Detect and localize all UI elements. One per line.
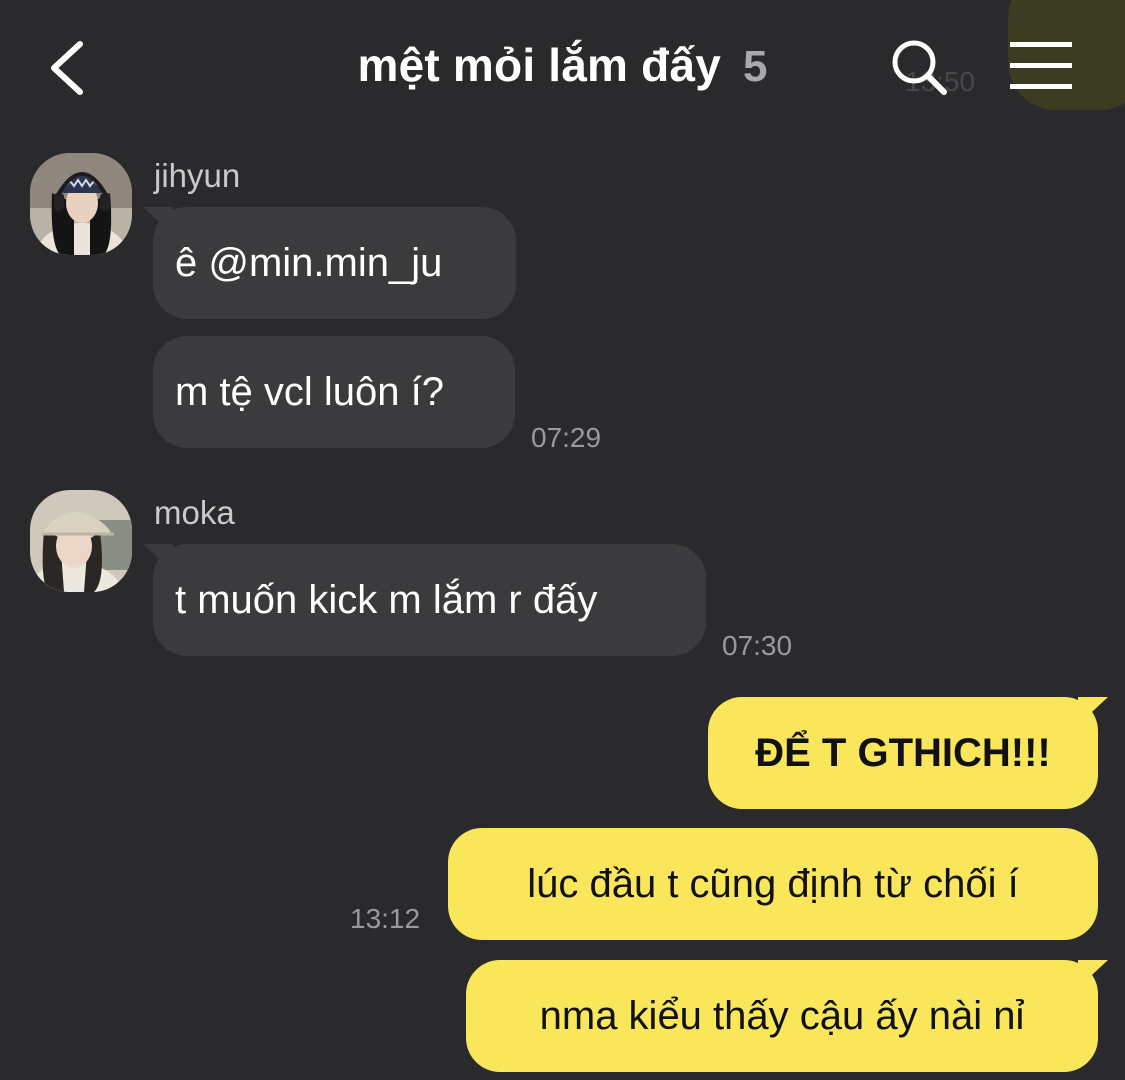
my-message-bubble[interactable]: ĐỂ T GTHICH!!!	[708, 697, 1098, 809]
chevron-left-icon	[51, 41, 83, 95]
message-timestamp: 07:30	[722, 630, 793, 661]
search-button[interactable]	[888, 36, 950, 98]
sender-name-moka: moka	[154, 494, 235, 531]
chat-title[interactable]: mệt mỏi lắm đấy	[358, 38, 721, 92]
hamburger-menu-icon	[1010, 42, 1072, 89]
message-timestamp: 07:29	[531, 422, 602, 453]
message-timestamp: 13:12	[350, 903, 421, 934]
my-message-bubble[interactable]: lúc đầu t cũng định từ chối í	[448, 828, 1098, 940]
chat-header: mệt mỏi lắm đấy 5	[0, 0, 1125, 140]
avatar-moka[interactable]	[30, 490, 132, 592]
search-icon	[892, 40, 947, 95]
message-bubble[interactable]: t muốn kick m lắm r đấy	[153, 544, 706, 656]
menu-button[interactable]	[1006, 36, 1078, 96]
message-bubble[interactable]: ê @min.min_ju	[153, 207, 516, 319]
sender-name-jihyun: jihyun	[154, 157, 241, 194]
profile-photo-moka	[30, 490, 132, 592]
back-button[interactable]	[40, 36, 96, 100]
profile-photo-jihyun	[30, 153, 132, 255]
my-message-bubble[interactable]: nma kiểu thấy cậu ấy nài nỉ	[466, 960, 1098, 1072]
message-bubble[interactable]: m tệ vcl luôn í?	[153, 336, 515, 448]
avatar-jihyun[interactable]	[30, 153, 132, 255]
member-count[interactable]: 5	[743, 42, 767, 92]
